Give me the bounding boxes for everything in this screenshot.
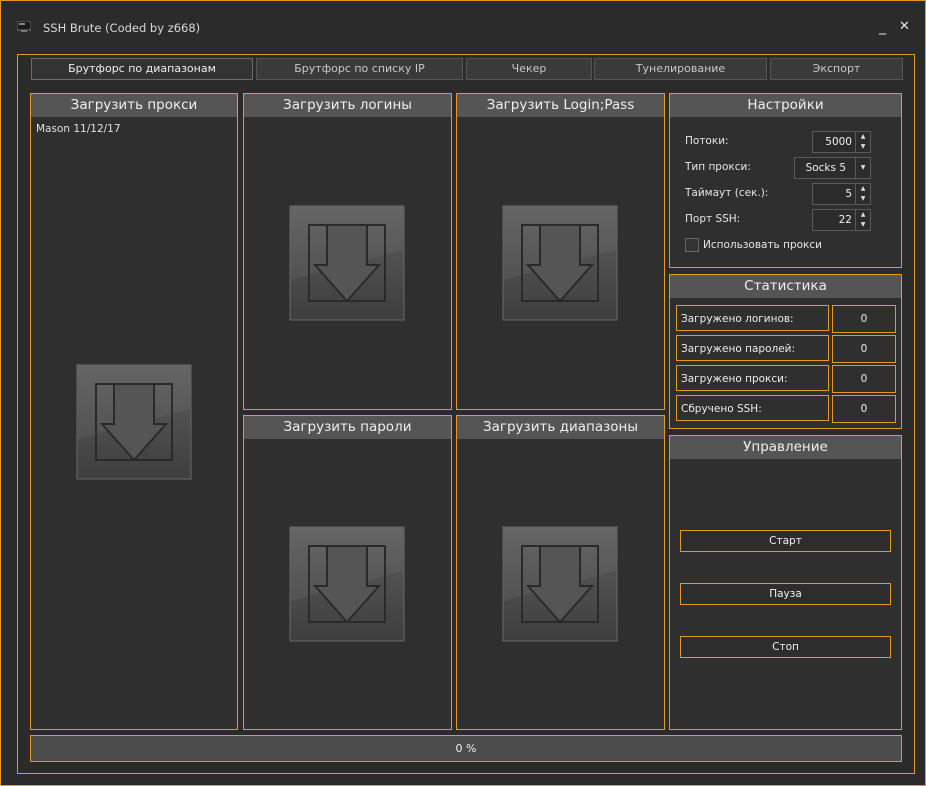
- threads-value: 5000: [825, 136, 852, 148]
- tab-range-bruteforce[interactable]: Брутфорс по диапазонам: [31, 58, 253, 80]
- download-icon[interactable]: [289, 526, 405, 642]
- ssh-port-value: 22: [838, 214, 852, 226]
- stat-ssh-label: Сбручено SSH:: [676, 395, 829, 421]
- stat-passwords-label: Загружено паролей:: [676, 335, 829, 361]
- control-panel-title: Управление: [670, 436, 901, 459]
- spin-up-icon[interactable]: ▲: [856, 210, 870, 220]
- proxy-type-label: Тип прокси:: [685, 161, 751, 173]
- stat-proxies-value: 0: [832, 365, 896, 393]
- threads-label: Потоки:: [685, 135, 729, 147]
- proxy-type-value: Socks 5: [805, 162, 846, 174]
- stat-logins-value: 0: [832, 305, 896, 333]
- stat-proxies-label: Загружено прокси:: [676, 365, 829, 391]
- title-bar[interactable]: SSH Brute (Coded by z668) _ ✕: [0, 0, 924, 56]
- threads-spin-arrows[interactable]: ▲ ▼: [855, 132, 870, 152]
- tab-ip-list-bruteforce[interactable]: Брутфорс по списку IP: [256, 58, 463, 80]
- progress-bar: 0 %: [30, 735, 902, 762]
- passwords-panel-title: Загрузить пароли: [244, 416, 451, 439]
- download-icon[interactable]: [76, 364, 192, 480]
- proxies-panel-title: Загрузить прокси: [31, 94, 237, 117]
- timeout-spinbox[interactable]: 5 ▲ ▼: [812, 183, 871, 205]
- proxies-list-text: Mason 11/12/17: [36, 123, 121, 135]
- settings-panel-title: Настройки: [670, 94, 901, 117]
- start-button[interactable]: Старт: [680, 530, 891, 552]
- use-proxy-label: Использовать прокси: [703, 239, 822, 251]
- timeout-spin-arrows[interactable]: ▲ ▼: [855, 184, 870, 204]
- use-proxy-checkbox[interactable]: [685, 238, 699, 252]
- ssh-port-label: Порт SSH:: [685, 213, 741, 225]
- download-icon[interactable]: [502, 526, 618, 642]
- logins-panel-title: Загрузить логины: [244, 94, 451, 117]
- terminal-icon: [17, 21, 31, 32]
- progress-text: 0 %: [455, 742, 477, 755]
- window-title: SSH Brute (Coded by z668): [43, 21, 201, 35]
- stat-logins-label: Загружено логинов:: [676, 305, 829, 331]
- threads-spinbox[interactable]: 5000 ▲ ▼: [812, 131, 871, 153]
- ranges-panel-title: Загрузить диапазоны: [457, 416, 664, 439]
- stop-button[interactable]: Стоп: [680, 636, 891, 658]
- timeout-label: Таймаут (сек.):: [685, 187, 769, 199]
- pause-button[interactable]: Пауза: [680, 583, 891, 605]
- download-icon[interactable]: [289, 205, 405, 321]
- tab-checker[interactable]: Чекер: [466, 58, 592, 80]
- close-button[interactable]: ✕: [899, 19, 910, 34]
- chevron-down-icon[interactable]: ▼: [856, 158, 870, 178]
- spin-down-icon[interactable]: ▼: [856, 220, 870, 230]
- download-icon[interactable]: [502, 205, 618, 321]
- proxy-type-dropdown[interactable]: ▼: [855, 158, 870, 178]
- spin-down-icon[interactable]: ▼: [856, 142, 870, 152]
- statistics-panel-title: Статистика: [670, 275, 901, 298]
- stat-passwords-value: 0: [832, 335, 896, 363]
- spin-up-icon[interactable]: ▲: [856, 132, 870, 142]
- spin-down-icon[interactable]: ▼: [856, 194, 870, 204]
- timeout-value: 5: [845, 188, 852, 200]
- stat-ssh-value: 0: [832, 395, 896, 423]
- ssh-port-spinbox[interactable]: 22 ▲ ▼: [812, 209, 871, 231]
- loginpass-panel-title: Загрузить Login;Pass: [457, 94, 664, 117]
- spin-up-icon[interactable]: ▲: [856, 184, 870, 194]
- tab-export[interactable]: Экспорт: [770, 58, 903, 80]
- proxy-type-select[interactable]: Socks 5 ▼: [794, 157, 871, 179]
- minimize-button[interactable]: _: [879, 19, 886, 35]
- ssh-port-spin-arrows[interactable]: ▲ ▼: [855, 210, 870, 230]
- tab-tunneling[interactable]: Тунелирование: [594, 58, 767, 80]
